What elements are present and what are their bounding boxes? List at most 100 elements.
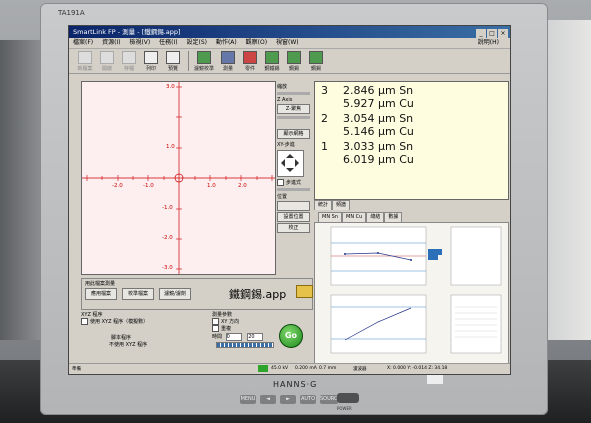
measure-button[interactable]: 測量 bbox=[218, 49, 238, 73]
menu-task[interactable]: 任務(I) bbox=[159, 39, 177, 46]
xy-direction-checkbox[interactable] bbox=[212, 318, 219, 325]
left-equipment bbox=[0, 40, 42, 340]
menu-help[interactable]: 說明(H) bbox=[478, 38, 499, 48]
step-slider[interactable] bbox=[277, 188, 310, 191]
minimize-button[interactable]: _ bbox=[476, 29, 486, 38]
grid-button[interactable]: 顯示網格 bbox=[277, 129, 310, 139]
toolbar: 新檔案 開啟 存檔 列印 預覽 濾鏡校準 測量 零件 鋼鐵錫 鋼錫 鋼錫 bbox=[69, 49, 510, 74]
print-icon bbox=[144, 51, 158, 64]
layer-button-1[interactable]: 鋼鐵錫 bbox=[262, 49, 282, 73]
menu-view[interactable]: 檢視(V) bbox=[129, 39, 150, 46]
tab-statistics[interactable]: 統計 bbox=[314, 200, 333, 210]
bezel-left-button[interactable]: ◄ bbox=[260, 395, 276, 404]
xray-status-indicator bbox=[258, 365, 268, 372]
result-row: 5.146 µm Cu bbox=[343, 125, 414, 138]
repeat-checkbox[interactable] bbox=[212, 325, 219, 332]
count-input[interactable]: 20 bbox=[247, 333, 264, 341]
bezel-menu-button[interactable]: MENU bbox=[240, 395, 256, 404]
new-file-button[interactable]: 新檔案 bbox=[75, 49, 95, 73]
measurement-progress bbox=[216, 342, 274, 348]
screen: SmartLink FP - 測量 - [鐵鋼錫.app] _ □ × 檔案(F) … bbox=[68, 25, 511, 375]
menu-action[interactable]: 動作(A) bbox=[216, 39, 237, 46]
y-tick-label: -1.0 bbox=[162, 205, 173, 211]
result-value: 3.054 µm Sn bbox=[343, 112, 414, 125]
xyz-program-panel: XYZ 程序 使用 XYZ 程序（模擬數） 腳本程序 不使用 XYZ 程序 bbox=[81, 311, 209, 351]
multi-program-label: 腳本程序 bbox=[111, 335, 132, 341]
tab-summary[interactable]: 總結 bbox=[366, 212, 385, 222]
open-folder-icon[interactable] bbox=[296, 285, 313, 298]
trend-charts bbox=[330, 226, 502, 354]
toolbar-label: 鋼錫 bbox=[288, 66, 299, 72]
save-button[interactable]: 存檔 bbox=[119, 49, 139, 73]
set-position-button[interactable]: 設置位置 bbox=[277, 212, 310, 222]
menu-observe[interactable]: 觀察(O) bbox=[246, 39, 267, 46]
bezel-auto-button[interactable]: AUTO bbox=[300, 395, 316, 404]
preview-button[interactable]: 預覽 bbox=[163, 49, 183, 73]
stat-tabs: MN Sn MN Cu 總結 數據 bbox=[318, 212, 507, 222]
use-xyz-checkbox[interactable] bbox=[81, 318, 88, 325]
calibration-file-button[interactable]: 校準檔案 bbox=[122, 288, 154, 300]
close-button[interactable]: × bbox=[498, 29, 508, 38]
toolbar-label: 測量 bbox=[222, 66, 233, 72]
bezel-source-button[interactable]: SOURCE bbox=[320, 395, 341, 404]
go-button[interactable]: Go bbox=[279, 324, 303, 348]
y-tick-label: 1.0 bbox=[166, 144, 175, 150]
z-slider[interactable] bbox=[277, 116, 310, 119]
menu-settings[interactable]: 設定(S) bbox=[187, 39, 208, 46]
result-value: 5.927 µm Cu bbox=[343, 97, 414, 110]
step-checkbox[interactable] bbox=[277, 179, 284, 186]
status-current: 0.200 mA bbox=[295, 366, 317, 371]
tab-mn-cu[interactable]: MN Cu bbox=[342, 212, 367, 222]
xy-direction-pad[interactable] bbox=[277, 150, 304, 177]
layer-button-2[interactable]: 鋼錫 bbox=[284, 49, 304, 73]
result-row: 2 3.054 µm Sn bbox=[321, 112, 413, 125]
x-tick-label: -2.0 bbox=[112, 183, 123, 189]
arrow-left-icon[interactable] bbox=[277, 159, 285, 167]
tab-data[interactable]: 數據 bbox=[384, 212, 403, 222]
xyz-title: XYZ 程序 bbox=[81, 312, 103, 318]
xy-stage-view[interactable]: -2.0 -1.0 1.0 2.0 3.0 1.0 -1.0 -2.0 -3.0 bbox=[81, 81, 276, 275]
tab-spectrum[interactable]: 頻譜 bbox=[332, 200, 351, 210]
position-field[interactable] bbox=[277, 201, 310, 211]
toolbar-label: 濾鏡校準 bbox=[193, 66, 214, 72]
arrow-down-icon[interactable] bbox=[286, 168, 294, 176]
x-tick-label: -1.0 bbox=[143, 183, 154, 189]
calibrate-button[interactable]: 校正 bbox=[277, 223, 310, 233]
part-button[interactable]: 零件 bbox=[240, 49, 260, 73]
menu-resource[interactable]: 資源(I) bbox=[102, 39, 120, 46]
new-file-icon bbox=[78, 51, 92, 64]
stats-table-upper bbox=[450, 226, 502, 286]
step-label: 步進式 bbox=[286, 180, 302, 186]
data-point bbox=[410, 259, 412, 261]
maximize-button[interactable]: □ bbox=[487, 29, 497, 38]
measure-icon bbox=[221, 51, 235, 64]
time-input[interactable]: 0 bbox=[225, 333, 242, 341]
window-title: SmartLink FP - 測量 - [鐵鋼錫.app] bbox=[73, 28, 181, 36]
tab-mn-sn[interactable]: MN Sn bbox=[318, 212, 342, 222]
power-button[interactable] bbox=[337, 393, 359, 403]
statistics-charts bbox=[314, 222, 509, 366]
filter-button[interactable]: 濾鏡/濾劑 bbox=[159, 288, 191, 300]
z-focus-button[interactable]: Z-聚焦 bbox=[277, 104, 310, 114]
bezel-right-button[interactable]: ► bbox=[280, 395, 296, 404]
zoom-slider[interactable] bbox=[277, 92, 310, 95]
toolbar-label: 開啟 bbox=[101, 66, 112, 72]
toolbar-label: 零件 bbox=[244, 66, 255, 72]
toolbar-label: 存檔 bbox=[123, 66, 134, 72]
menu-file[interactable]: 檔案(F) bbox=[73, 39, 93, 46]
print-button[interactable]: 列印 bbox=[141, 49, 161, 73]
result-row: 1 3.033 µm Sn bbox=[321, 140, 413, 153]
layer-button-3[interactable]: 鋼錫 bbox=[306, 49, 326, 73]
repeat-label: 重複 bbox=[221, 326, 232, 332]
toolbar-separator bbox=[188, 51, 189, 71]
layer-index: 2 bbox=[321, 112, 328, 125]
arrow-up-icon[interactable] bbox=[286, 150, 294, 158]
application-file-button[interactable]: 應用檔案 bbox=[85, 288, 117, 300]
menu-window[interactable]: 視窗(W) bbox=[276, 39, 299, 46]
progress-fill bbox=[217, 343, 273, 347]
arrow-right-icon[interactable] bbox=[295, 159, 303, 167]
open-button[interactable]: 開啟 bbox=[97, 49, 117, 73]
xy-step-label: XY-步進 bbox=[277, 142, 295, 148]
calibration-button[interactable]: 濾鏡校準 bbox=[192, 49, 216, 73]
toolbar-label: 新檔案 bbox=[77, 66, 93, 72]
